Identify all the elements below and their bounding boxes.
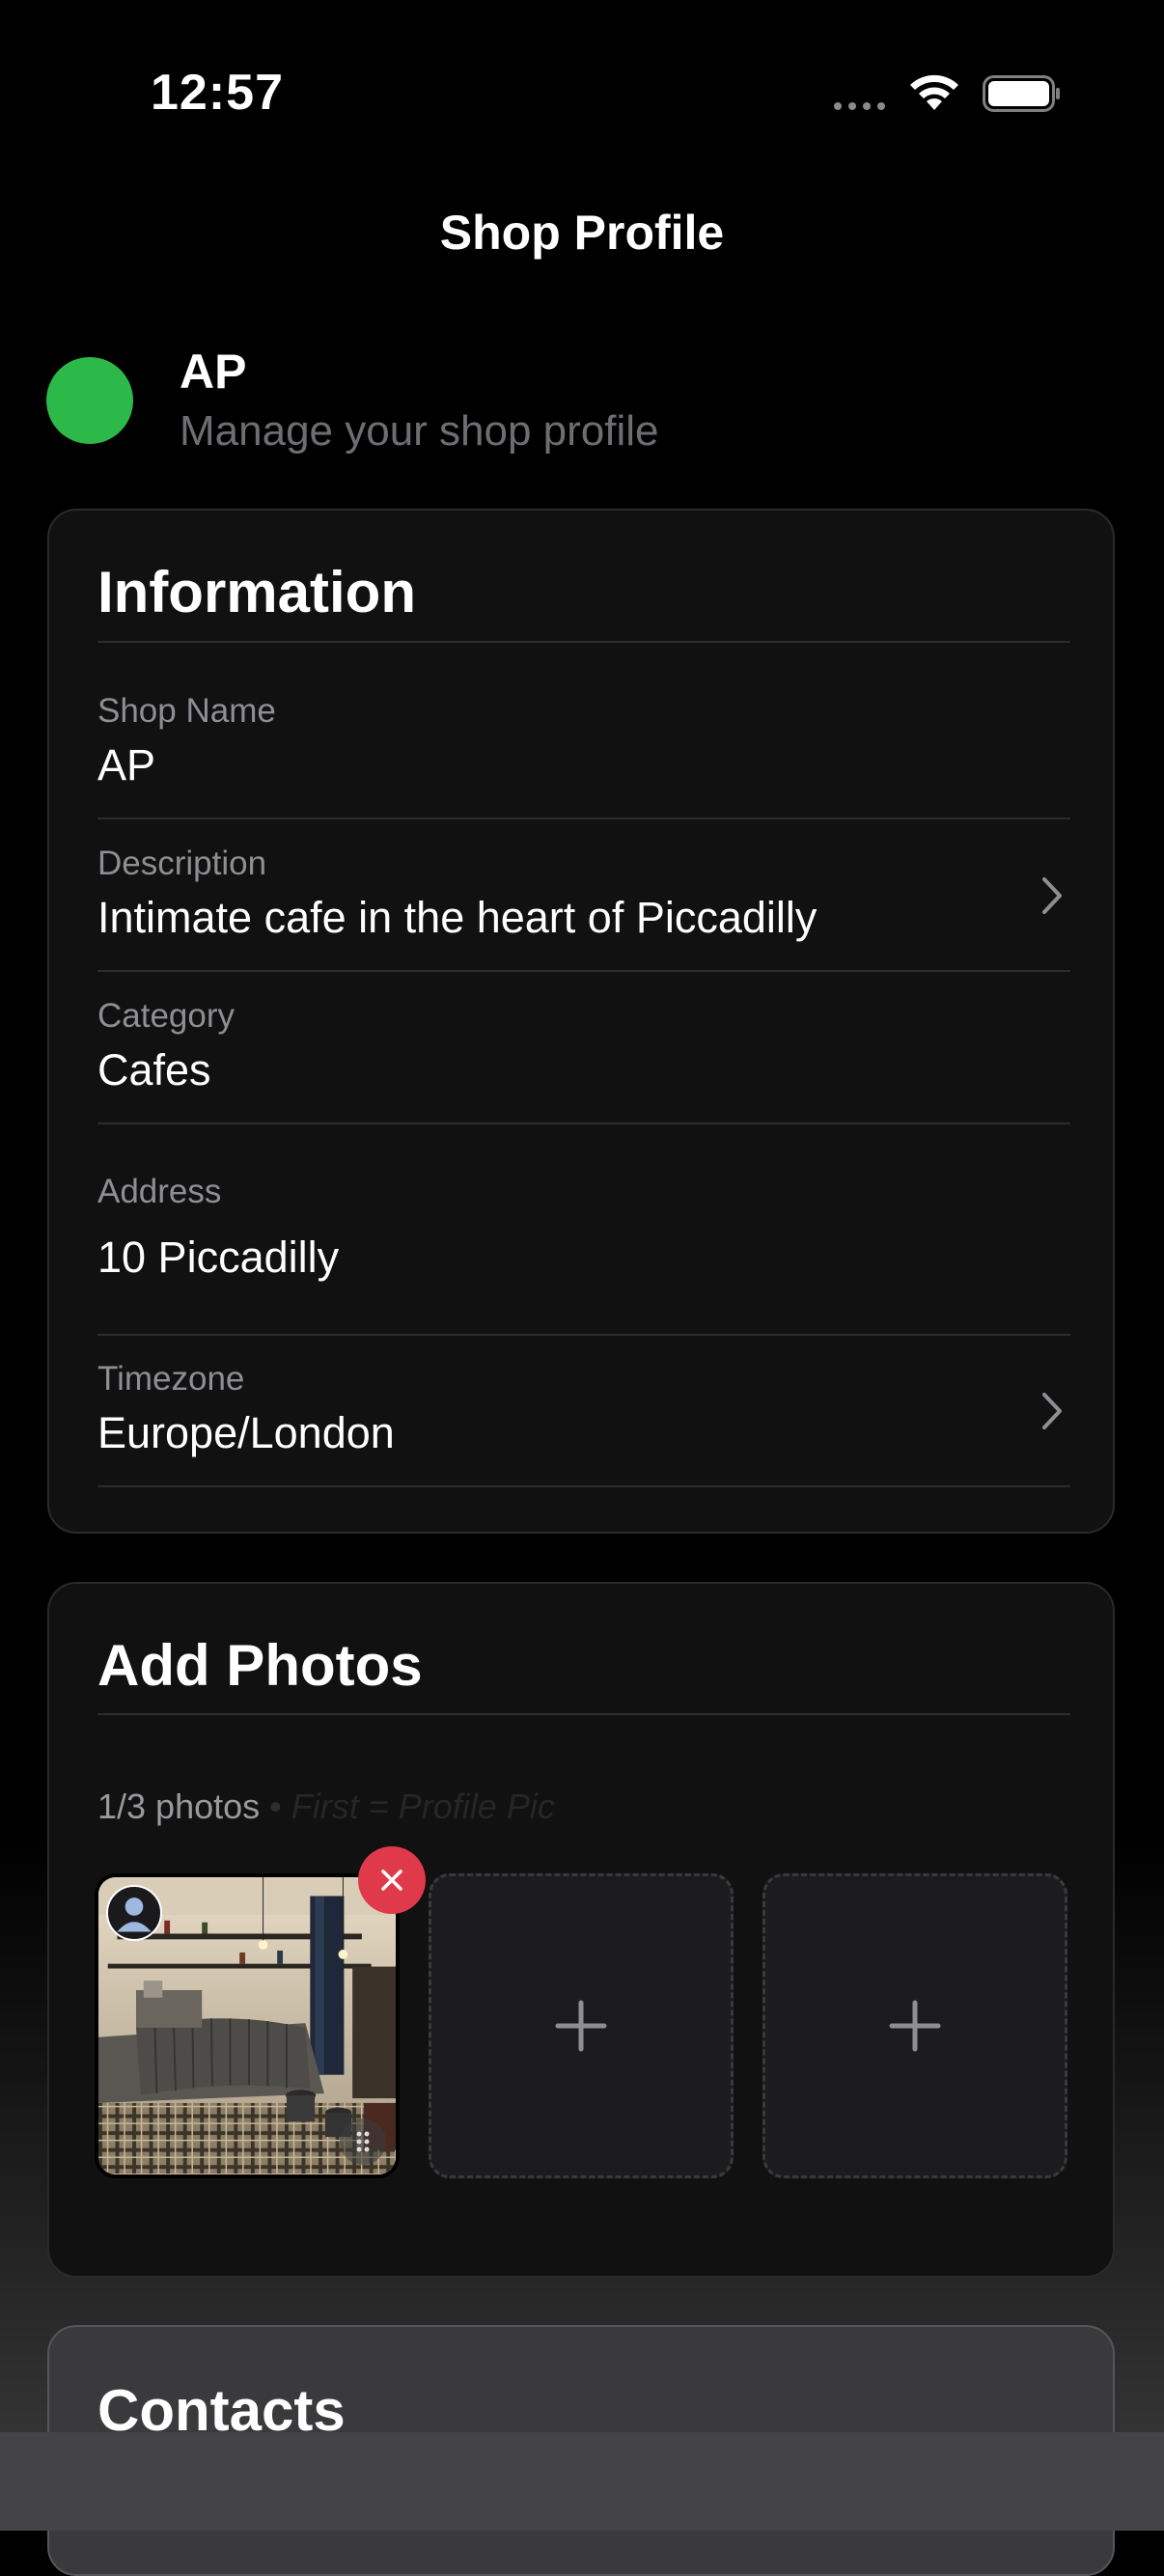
divider [97,1334,1070,1336]
divider [97,1713,1070,1715]
wifi-icon [910,74,958,110]
field-value: 10 Piccadilly [97,1233,340,1282]
divider [97,1485,1070,1487]
profile-pic-icon [106,1885,162,1941]
photos-hint: First = Profile Pic [291,1787,555,1826]
divider [97,817,1070,819]
bottom-bar [0,2432,1164,2531]
field-label: Shop Name [97,692,276,730]
drag-handle-icon[interactable] [340,2119,386,2165]
information-title: Information [97,560,416,624]
page-title: Shop Profile [439,206,725,260]
shop-subtitle: Manage your shop profile [180,407,659,455]
cellular-signal-icon [834,102,885,110]
information-card: Information Shop Name AP Description Int… [47,509,1115,1534]
status-time: 12:57 [151,65,284,121]
photos-card: Add Photos 1/3 photos • First = Profile … [47,1582,1115,2278]
field-value: Intimate cafe in the heart of Piccadilly [97,893,818,942]
field-label: Category [97,997,236,1035]
photo-slot-2[interactable] [429,1873,734,2178]
divider [97,970,1070,972]
field-value: Europe/London [97,1408,395,1457]
photos-title: Add Photos [97,1633,423,1698]
shop-avatar [46,357,133,444]
photo-slot-3[interactable] [762,1873,1067,2178]
photos-count-value: 1/3 photos [97,1787,261,1826]
remove-photo-button[interactable] [358,1846,426,1914]
chevron-right-icon [1042,1393,1062,1429]
photos-count: 1/3 photos • First = Profile Pic [97,1787,555,1827]
battery-icon [983,75,1060,112]
field-label: Description [97,845,267,882]
field-label: Address [97,1173,222,1210]
field-value: Cafes [97,1045,211,1094]
shop-name: AP [180,345,247,399]
close-icon [381,1870,402,1891]
field-value: AP [97,740,156,789]
field-label: Timezone [97,1360,245,1398]
photos-separator: • [269,1787,282,1826]
divider [97,641,1070,643]
chevron-right-icon [1042,877,1062,914]
plus-icon [555,2000,607,2052]
plus-icon [889,2000,941,2052]
divider [97,1122,1070,1124]
photo-slot-1[interactable] [95,1873,400,2178]
